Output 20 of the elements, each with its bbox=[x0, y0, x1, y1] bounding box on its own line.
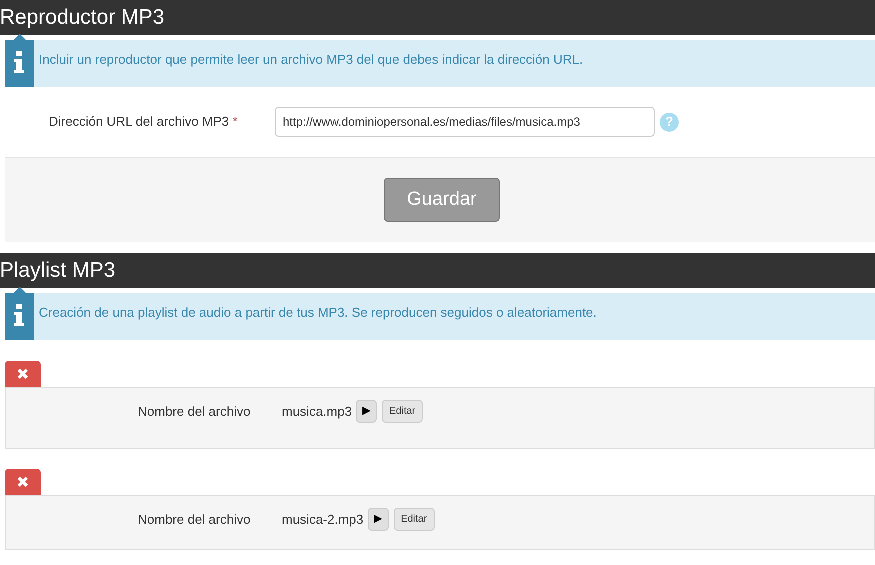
edit-button[interactable]: Editar bbox=[394, 508, 435, 531]
play-button[interactable]: ▶ bbox=[356, 400, 378, 423]
info-text: Incluir un reproductor que permite leer un archivo MP3 del que debes indicar la dirección URL. bbox=[39, 51, 584, 69]
section-title: Reproductor MP3 bbox=[0, 7, 165, 28]
play-button[interactable]: ▶ bbox=[368, 508, 389, 531]
field-label: Nombre del archivo bbox=[138, 403, 252, 421]
delete-button[interactable] bbox=[5, 469, 41, 495]
delete-button[interactable] bbox=[5, 361, 41, 387]
file-name: musica.mp3 bbox=[282, 403, 352, 421]
info-text: Creación de una playlist de audio a partir de tus MP3. Se reproducen seguidos o aleatoriamente. bbox=[39, 304, 597, 322]
file-name: musica-2.mp3 bbox=[282, 511, 364, 529]
close-icon bbox=[17, 476, 29, 488]
info-icon bbox=[5, 287, 34, 340]
close-icon bbox=[17, 368, 29, 380]
field-label: Dirección URL del archivo MP3 * bbox=[49, 113, 239, 132]
url-field[interactable]: http://www.dominiopersonal.es/medias/files/musica.mp3 bbox=[275, 107, 655, 137]
info-icon bbox=[5, 34, 34, 87]
edit-button[interactable]: Editar bbox=[382, 400, 424, 423]
section-title: Playlist MP3 bbox=[0, 260, 116, 281]
field-label: Nombre del archivo bbox=[138, 511, 252, 529]
